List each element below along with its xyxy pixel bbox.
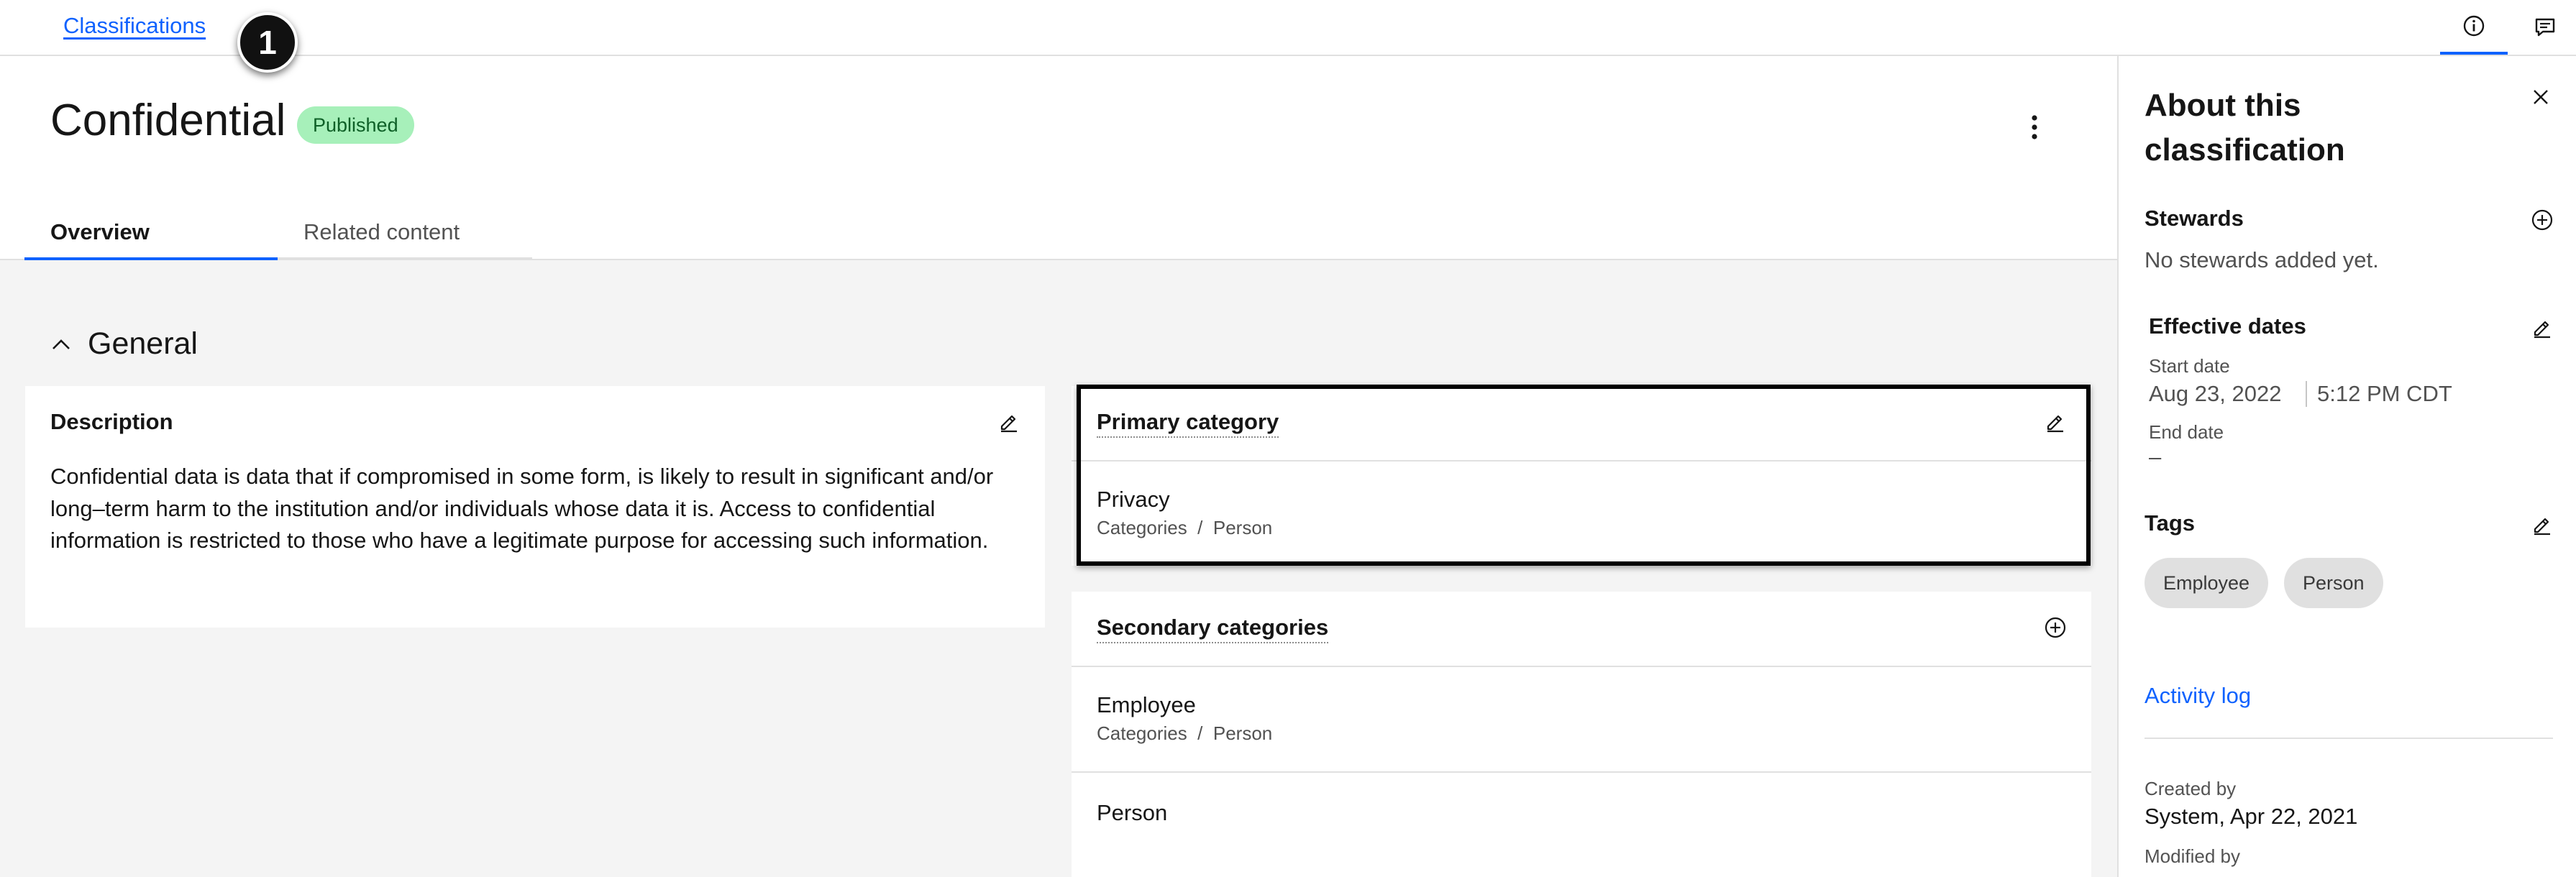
primary-category-name[interactable]: Privacy	[1097, 487, 1170, 513]
start-time-value: 5:12 PM CDT	[2317, 381, 2452, 406]
page-title: Confidential	[50, 96, 286, 145]
primary-category-tile: Primary category Privacy Categories / Pe…	[1072, 386, 2091, 566]
tag-chip[interactable]: Employee	[2145, 558, 2269, 608]
add-secondary-category-button[interactable]	[2040, 612, 2071, 643]
status-badge: Published	[297, 106, 414, 144]
comments-panel-toggle[interactable]	[2511, 0, 2576, 55]
add-circle-icon	[2531, 209, 2553, 231]
tags-heading: Tags	[2145, 510, 2196, 536]
info-icon	[2463, 15, 2485, 37]
info-panel-toggle[interactable]	[2440, 0, 2508, 55]
edit-icon	[2047, 415, 2063, 433]
date-time-separator	[2306, 381, 2307, 407]
edit-icon	[2534, 518, 2550, 536]
stewards-empty-text: No stewards added yet.	[2145, 247, 2379, 272]
secondary-category-name[interactable]: Person	[1097, 800, 1167, 826]
primary-category-title[interactable]: Primary category	[1097, 409, 1279, 438]
end-date-value: –	[2149, 444, 2162, 469]
tab-list: Overview Related content	[24, 207, 532, 260]
comment-icon	[2535, 18, 2555, 37]
add-circle-icon	[2045, 617, 2066, 638]
general-section-toggle[interactable]: General	[50, 326, 198, 362]
modified-by-label: Modified by	[2145, 845, 2240, 867]
add-steward-button[interactable]	[2524, 202, 2560, 238]
edit-description-button[interactable]	[993, 406, 1025, 438]
about-side-panel: About this classification Stewards No st…	[2117, 56, 2576, 877]
secondary-categories-tile: Secondary categories Employee Categories…	[1072, 592, 2091, 877]
tile-divider	[1072, 771, 2091, 773]
description-text: Confidential data is data that if compro…	[50, 464, 994, 553]
created-by-value: System, Apr 22, 2021	[2145, 804, 2358, 829]
panel-divider	[2145, 738, 2553, 739]
chevron-up-icon	[52, 339, 70, 349]
step-number-badge: 1	[237, 12, 298, 73]
end-date-label: End date	[2149, 421, 2224, 443]
stewards-heading: Stewards	[2145, 206, 2244, 231]
description-title: Description	[50, 409, 173, 434]
edit-tags-button[interactable]	[2524, 507, 2560, 543]
general-section-title: General	[88, 326, 198, 361]
start-date-label: Start date	[2149, 355, 2230, 377]
tile-divider	[1072, 666, 2091, 667]
tab-related-content[interactable]: Related content	[278, 207, 532, 260]
effective-dates-heading: Effective dates	[2149, 313, 2306, 339]
breadcrumb-classifications-link[interactable]: Classifications	[63, 13, 206, 39]
edit-effective-dates-button[interactable]	[2524, 310, 2560, 346]
activity-log-link[interactable]: Activity log	[2145, 683, 2251, 709]
tag-chip[interactable]: Person	[2284, 558, 2383, 608]
page-header: Confidential Published Overview Related …	[0, 56, 2117, 260]
edit-icon	[1000, 415, 1017, 433]
created-by-label: Created by	[2145, 778, 2237, 799]
tab-overview[interactable]: Overview	[24, 207, 278, 260]
tile-divider	[1072, 460, 2091, 462]
overflow-menu-icon	[2032, 115, 2037, 139]
secondary-categories-title[interactable]: Secondary categories	[1097, 615, 1329, 643]
edit-icon	[2534, 321, 2550, 339]
top-bar: Classifications 1	[0, 0, 2576, 73]
primary-category-path: Categories / Person	[1097, 517, 1273, 538]
start-date-value: Aug 23, 2022	[2149, 381, 2282, 406]
main-content: Confidential Published Overview Related …	[0, 56, 2117, 877]
close-icon	[2534, 90, 2548, 104]
edit-primary-category-button[interactable]	[2040, 406, 2071, 438]
overflow-menu-button[interactable]	[2015, 108, 2054, 147]
secondary-category-path: Categories / Person	[1097, 722, 1273, 744]
secondary-category-name[interactable]: Employee	[1097, 692, 1196, 718]
panel-title: About this classification	[2145, 88, 2345, 167]
close-panel-button[interactable]	[2523, 79, 2559, 115]
description-tile: Description Confidential data is data th…	[25, 386, 1045, 628]
